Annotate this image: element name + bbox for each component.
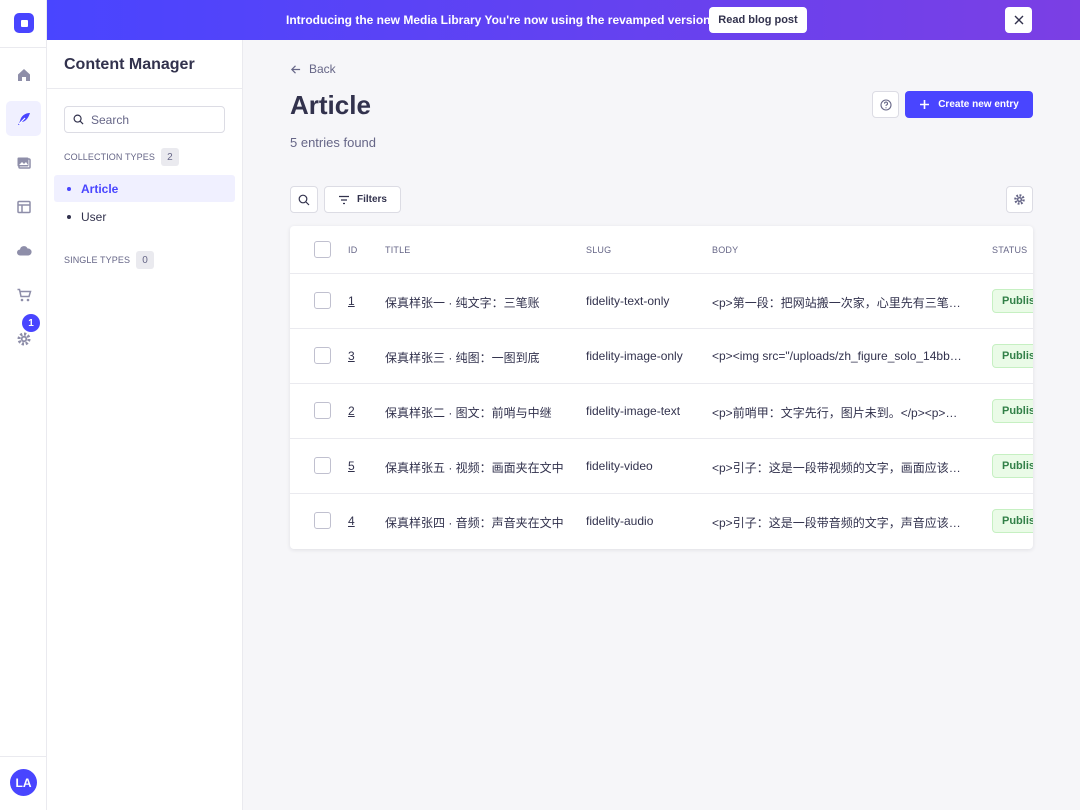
bullet-icon	[67, 214, 71, 219]
feather-icon[interactable]	[6, 101, 41, 136]
table-row[interactable]: 3 保真样张三 · 纯图：一图到底 fidelity-image-only <p…	[290, 329, 1033, 384]
status-badge: Publis	[992, 344, 1033, 368]
help-button[interactable]	[872, 91, 899, 118]
status-badge: Publis	[992, 509, 1033, 533]
row-checkbox[interactable]	[314, 512, 331, 529]
entry-body: <p>引子：这是一段带视频的文字，画面应该…	[712, 461, 961, 475]
cart-icon[interactable]	[6, 277, 41, 312]
entries-count: 5 entries found	[290, 135, 377, 150]
column-header-body[interactable]: BODY	[712, 245, 738, 255]
home-icon[interactable]	[6, 57, 41, 92]
nav-item-label: User	[81, 209, 107, 224]
close-icon	[1014, 15, 1023, 25]
column-header-status[interactable]: STATUS	[992, 245, 1027, 255]
nav-item-label: Article	[81, 181, 119, 196]
arrow-left-icon	[290, 64, 301, 74]
entry-id[interactable]: 2	[348, 404, 355, 418]
search-input[interactable]	[91, 112, 211, 127]
table-row[interactable]: 5 保真样张五 · 视频：画面夹在文中 fidelity-video <p>引子…	[290, 439, 1033, 494]
entry-body: <p>引子：这是一段带音频的文字，声音应该…	[712, 516, 961, 530]
column-header-id[interactable]: ID	[348, 245, 357, 255]
entry-slug: fidelity-text-only	[586, 294, 670, 308]
table-search-button[interactable]	[290, 186, 318, 213]
entry-slug: fidelity-audio	[586, 514, 654, 528]
strapi-logo-icon[interactable]	[14, 13, 34, 33]
row-checkbox[interactable]	[314, 347, 331, 364]
entry-title: 保真样张二 · 图文：前哨与中继	[385, 406, 552, 420]
cloud-icon[interactable]	[6, 233, 41, 268]
table-row[interactable]: 2 保真样张二 · 图文：前哨与中继 fidelity-image-text <…	[290, 384, 1033, 439]
subnav-title: Content Manager	[64, 56, 195, 73]
page-title: Article	[290, 90, 371, 120]
entry-body: <p>前哨甲：文字先行，图片未到。</p><p>…	[712, 406, 958, 420]
status-badge: Publis	[992, 399, 1033, 423]
entry-slug: fidelity-image-text	[586, 404, 681, 418]
banner-text: Introducing the new Media Library You're…	[286, 13, 714, 27]
entry-slug: fidelity-video	[586, 459, 653, 473]
gear-icon	[1014, 194, 1025, 205]
status-badge: Publis	[992, 454, 1033, 478]
nav-item-article[interactable]: Article	[54, 175, 235, 202]
filters-label: Filters	[356, 194, 387, 205]
layout-icon[interactable]	[6, 189, 41, 224]
create-new-entry-button[interactable]: Create new entry	[905, 91, 1033, 118]
images-icon[interactable]	[6, 145, 41, 180]
bullet-icon	[67, 186, 71, 191]
entry-body: <p><img src="/uploads/zh_figure_solo_14b…	[712, 349, 962, 363]
nav-item-user[interactable]: User	[54, 203, 235, 230]
notification-badge: 1	[22, 314, 40, 332]
entry-body: <p>第一段：把网站搬一次家，心里先有三笔…	[712, 296, 961, 310]
table-settings-button[interactable]	[1006, 186, 1033, 213]
select-all-checkbox[interactable]	[314, 241, 331, 258]
single-types-label: SINGLE TYPES	[64, 255, 131, 265]
subnav-search[interactable]	[64, 106, 225, 133]
search-icon	[73, 114, 84, 125]
back-label: Back	[309, 62, 336, 76]
entry-title: 保真样张一 · 纯文字：三笔账	[385, 296, 540, 310]
rail-bottom-divider	[0, 756, 47, 757]
collection-types-count: 2	[160, 148, 179, 166]
question-icon	[879, 98, 892, 111]
entry-title: 保真样张四 · 音频：声音夹在文中	[385, 516, 564, 530]
entry-slug: fidelity-image-only	[586, 349, 683, 363]
collection-types-header[interactable]: COLLECTION TYPES 2	[64, 148, 179, 166]
table-row[interactable]: 4 保真样张四 · 音频：声音夹在文中 fidelity-audio <p>引子…	[290, 494, 1033, 549]
column-header-title[interactable]: TITLE	[385, 245, 411, 255]
search-icon	[298, 194, 310, 205]
single-types-header[interactable]: SINGLE TYPES 0	[64, 251, 155, 269]
status-badge: Publis	[992, 289, 1033, 313]
announcement-banner: Introducing the new Media Library You're…	[47, 0, 1080, 40]
content-manager-nav: Content Manager COLLECTION TYPES 2 Artic…	[47, 0, 243, 810]
entry-id[interactable]: 3	[348, 349, 355, 363]
entry-title: 保真样张五 · 视频：画面夹在文中	[385, 461, 564, 475]
entry-id[interactable]: 4	[348, 514, 355, 528]
entries-table: ID TITLE SLUG BODY STATUS 1 保真样张一 · 纯文字：…	[290, 226, 1033, 549]
create-label: Create new entry	[938, 99, 1019, 110]
row-checkbox[interactable]	[314, 292, 331, 309]
table-row[interactable]: 1 保真样张一 · 纯文字：三笔账 fidelity-text-only <p>…	[290, 274, 1033, 329]
single-types-count: 0	[136, 251, 155, 269]
plus-icon	[920, 100, 930, 109]
row-checkbox[interactable]	[314, 402, 331, 419]
avatar[interactable]: LA	[10, 769, 37, 796]
back-link[interactable]: Back	[290, 62, 336, 76]
entry-title: 保真样张三 · 纯图：一图到底	[385, 351, 540, 365]
read-blog-post-button[interactable]: Read blog post	[709, 7, 807, 33]
collection-types-label: COLLECTION TYPES	[64, 152, 155, 162]
filters-button[interactable]: Filters	[324, 186, 401, 213]
entry-id[interactable]: 1	[348, 294, 355, 308]
entry-id[interactable]: 5	[348, 459, 355, 473]
rail-divider	[0, 47, 47, 48]
main-nav-rail: 1 LA	[0, 0, 47, 810]
column-header-slug[interactable]: SLUG	[586, 245, 611, 255]
filter-icon	[338, 195, 349, 204]
subnav-divider	[47, 88, 243, 89]
row-checkbox[interactable]	[314, 457, 331, 474]
table-header: ID TITLE SLUG BODY STATUS	[290, 226, 1033, 274]
banner-close-button[interactable]	[1005, 7, 1032, 33]
